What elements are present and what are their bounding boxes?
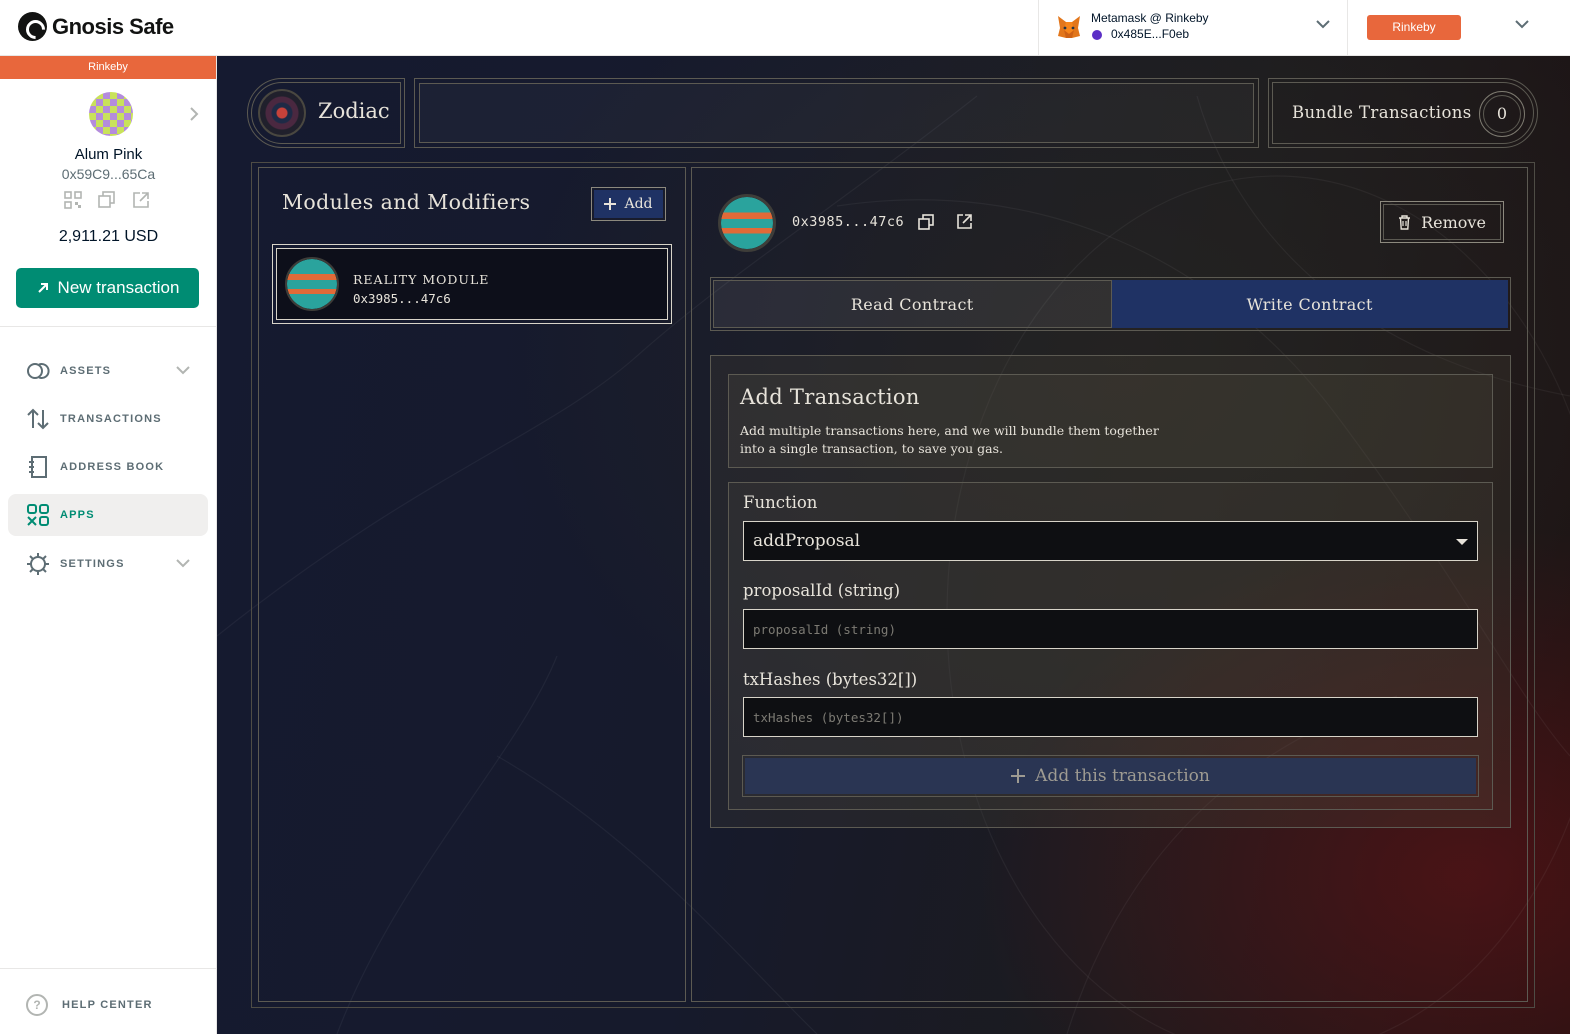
safe-balance: 2,911.21 USD <box>58 228 159 245</box>
plus-icon <box>1011 769 1026 783</box>
module-avatar <box>718 194 776 252</box>
top-bar: Gnosis Safe Metamask @ Rinkeby 0x485E...… <box>0 0 1570 56</box>
help-icon: ? <box>26 994 48 1016</box>
contract-tabs: Read Contract Write Contract <box>710 277 1511 331</box>
trash-icon <box>1399 214 1411 230</box>
tx-hashes-label: txHashes (bytes32[]) <box>743 670 918 689</box>
apps-icon <box>26 503 50 527</box>
zodiac-app: Zodiac Bundle Transactions 0 Modules and… <box>217 56 1570 1034</box>
chevron-down-icon[interactable] <box>176 558 190 568</box>
modules-title: Modules and Modifiers <box>282 190 531 214</box>
add-this-transaction-label: Add this transaction <box>1035 766 1210 786</box>
wallet-name: Metamask @ Rinkeby <box>1091 11 1209 25</box>
help-center-link[interactable]: ? HELP CENTER <box>26 994 153 1016</box>
module-detail-panel: 0x3985...47c6 Remove Read Contract Write… <box>691 167 1528 1002</box>
bundle-count-badge: 0 <box>1479 91 1525 137</box>
chevron-down-icon[interactable] <box>1315 18 1331 30</box>
module-avatar <box>285 257 339 311</box>
assets-icon <box>26 359 50 383</box>
add-module-button[interactable]: Add <box>591 187 666 221</box>
external-link-icon[interactable] <box>956 213 973 230</box>
proposal-id-input[interactable] <box>743 609 1478 649</box>
wallet-identicon <box>1092 30 1102 40</box>
sidebar-item-label: SETTINGS <box>60 558 125 570</box>
module-address: 0x3985...47c6 <box>792 214 905 230</box>
plus-icon <box>604 198 617 210</box>
add-this-transaction-button[interactable]: Add this transaction <box>742 755 1479 797</box>
proposal-id-label: proposalId (string) <box>743 581 901 600</box>
safe-actions <box>64 191 150 209</box>
transactions-icon <box>26 407 50 431</box>
copy-icon[interactable] <box>918 214 934 230</box>
function-select-value: addProposal <box>753 531 861 551</box>
wallet-address: 0x485E...F0eb <box>1111 27 1190 41</box>
new-transaction-button[interactable]: New transaction <box>16 268 199 308</box>
sidebar-item-label: APPS <box>60 509 95 521</box>
chevron-down-icon[interactable] <box>176 365 190 375</box>
sidebar-divider <box>0 968 217 969</box>
sidebar-item-apps[interactable]: APPS <box>8 494 208 536</box>
function-select[interactable]: addProposal <box>743 521 1478 561</box>
gnosis-safe-logo[interactable]: Gnosis Safe <box>18 12 174 41</box>
add-transaction-intro: Add Transaction Add multiple transaction… <box>728 374 1493 468</box>
external-link-icon[interactable] <box>132 191 150 209</box>
settings-icon <box>26 552 50 576</box>
sidebar-item-transactions[interactable]: TRANSACTIONS <box>8 398 208 440</box>
caret-down-icon <box>1456 539 1468 545</box>
sidebar: Rinkeby Alum Pink 0x59C9...65Ca 2,911.21… <box>0 56 217 1034</box>
network-badge[interactable]: Rinkeby <box>1367 15 1461 40</box>
zodiac-header: Zodiac <box>247 78 405 148</box>
gnosis-logo-icon <box>18 12 47 41</box>
module-card-reality[interactable]: REALITY MODULE 0x3985...47c6 <box>272 244 672 324</box>
sidebar-item-label: TRANSACTIONS <box>60 413 162 425</box>
network-chevron-down-icon[interactable] <box>1514 18 1530 30</box>
function-label: Function <box>743 493 818 512</box>
sidebar-item-address-book[interactable]: ADDRESS BOOK <box>8 446 208 488</box>
modules-panel: Modules and Modifiers Add REALITY MODULE… <box>258 167 686 1002</box>
copy-icon[interactable] <box>98 191 116 209</box>
tab-read-contract[interactable]: Read Contract <box>713 280 1112 328</box>
sidebar-item-label: ASSETS <box>60 365 112 377</box>
sidebar-item-label: ADDRESS BOOK <box>60 461 165 473</box>
wallet-connector[interactable]: Metamask @ Rinkeby 0x485E...F0eb <box>1038 0 1348 56</box>
app-title: Zodiac <box>318 99 390 123</box>
add-transaction-description: Add multiple transactions here, and we w… <box>740 423 1159 456</box>
zodiac-logo-icon <box>258 89 306 137</box>
sidebar-item-settings[interactable]: SETTINGS <box>8 543 208 585</box>
sidebar-item-assets[interactable]: ASSETS <box>8 350 208 392</box>
remove-label: Remove <box>1421 212 1486 232</box>
tab-write-contract[interactable]: Write Contract <box>1111 280 1508 328</box>
add-transaction-title: Add Transaction <box>740 385 920 409</box>
add-module-label: Add <box>624 196 653 212</box>
brand-name: Gnosis Safe <box>52 13 174 39</box>
bundle-transactions-button[interactable]: Bundle Transactions 0 <box>1268 78 1538 148</box>
safe-avatar <box>89 92 133 136</box>
new-transaction-label: New transaction <box>57 278 180 297</box>
write-contract-form: Add Transaction Add multiple transaction… <box>710 355 1511 828</box>
transaction-fields: Function addProposal proposalId (string)… <box>728 482 1493 810</box>
qr-code-icon[interactable] <box>64 191 82 209</box>
network-strip: Rinkeby <box>0 56 216 79</box>
help-center-label: HELP CENTER <box>62 999 153 1011</box>
chevron-right-icon[interactable] <box>188 106 200 122</box>
metamask-fox-icon <box>1058 16 1080 38</box>
header-spacer <box>414 78 1259 148</box>
sidebar-divider <box>0 326 217 327</box>
module-address: 0x3985...47c6 <box>353 291 451 306</box>
module-name: REALITY MODULE <box>353 272 490 287</box>
safe-name: Alum Pink <box>74 146 143 163</box>
tx-hashes-input[interactable] <box>743 697 1478 737</box>
bundle-transactions-label: Bundle Transactions <box>1292 103 1472 122</box>
address-book-icon <box>26 455 50 479</box>
remove-module-button[interactable]: Remove <box>1380 201 1504 243</box>
arrow-up-right-icon <box>37 283 48 293</box>
safe-address: 0x59C9...65Ca <box>61 166 156 182</box>
